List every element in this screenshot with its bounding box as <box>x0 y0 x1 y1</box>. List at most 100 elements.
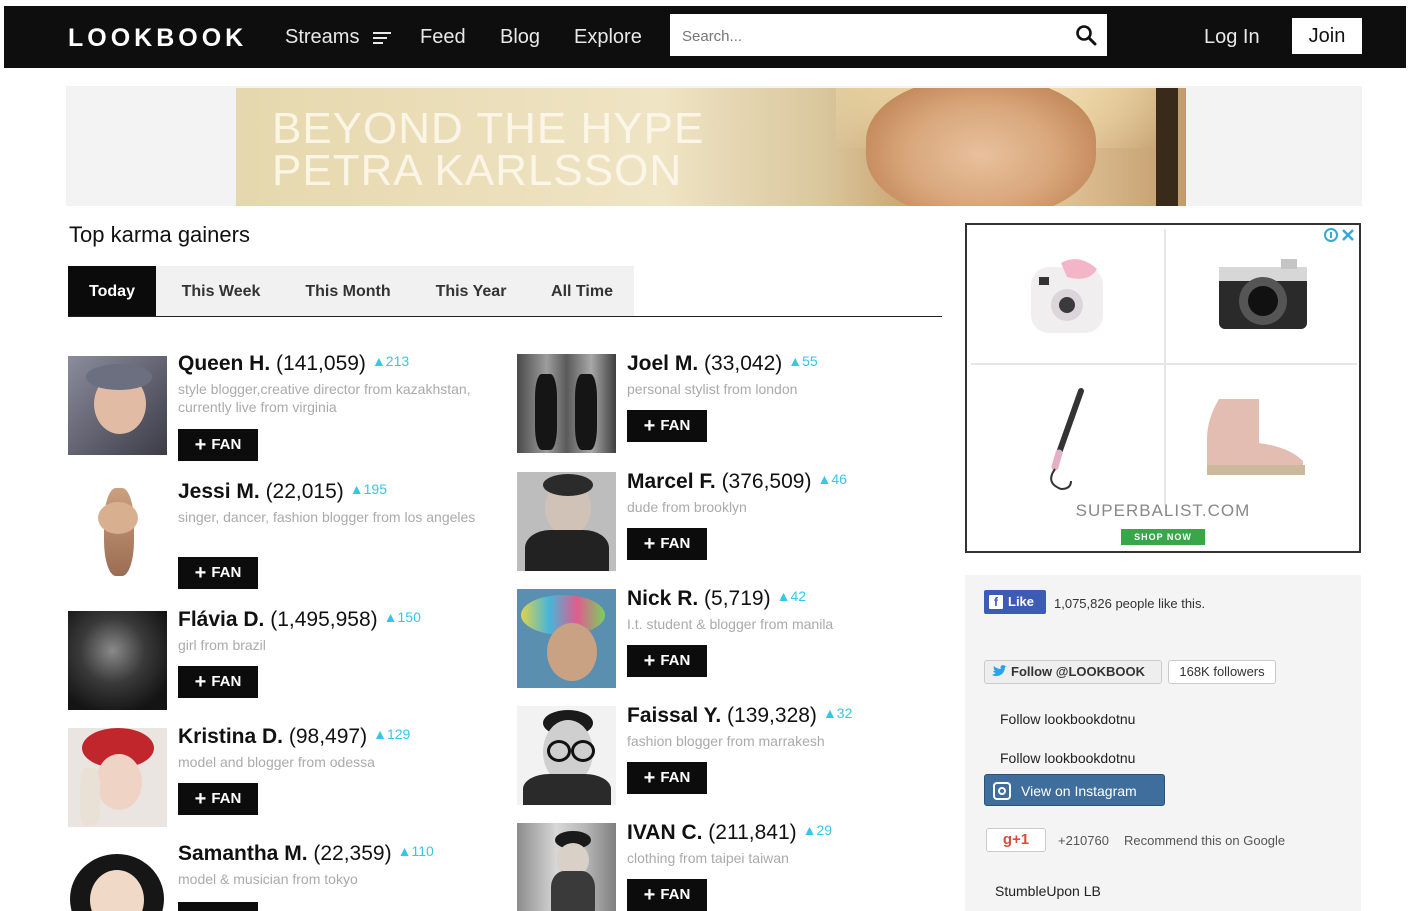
advertisement[interactable]: SUPERBALIST.COM SHOP NOW <box>965 223 1361 553</box>
fan-button[interactable]: +FAN <box>178 902 258 911</box>
adchoices-icon[interactable] <box>1323 227 1357 243</box>
person-bio: model and blogger from odessa <box>178 754 375 770</box>
person-name[interactable]: Samantha M. (22,359) ▲110 <box>178 842 434 866</box>
person-bio: clothing from taipei taiwan <box>627 850 789 866</box>
person-name[interactable]: Joel M. (33,042) ▲55 <box>627 352 818 376</box>
person-name[interactable]: Flávia D. (1,495,958) ▲150 <box>178 608 421 632</box>
avatar[interactable] <box>68 611 167 710</box>
avatar[interactable] <box>517 823 616 911</box>
instant-camera-icon <box>1031 259 1103 333</box>
ad-brand: SUPERBALIST.COM <box>1075 501 1251 520</box>
instagram-icon <box>993 782 1011 800</box>
avatar[interactable] <box>517 354 616 453</box>
twitter-follower-count[interactable]: 168K followers <box>1168 660 1276 684</box>
tab-this-week[interactable]: This Week <box>166 266 276 317</box>
instagram-button[interactable]: View on Instagram <box>984 774 1165 806</box>
person-bio: singer, dancer, fashion blogger from los… <box>178 509 476 525</box>
banner-face-shape <box>866 88 1096 206</box>
ad-divider <box>971 363 1357 365</box>
join-button[interactable]: Join <box>1292 18 1362 54</box>
person-bio: girl from brazil <box>178 637 266 653</box>
ad-divider <box>1164 229 1166 505</box>
fan-button[interactable]: +FAN <box>178 783 258 815</box>
tab-today[interactable]: Today <box>68 266 156 317</box>
nav-streams-label: Streams <box>285 26 360 48</box>
person-name[interactable]: Faissal Y. (139,328) ▲32 <box>627 704 852 728</box>
nav-explore[interactable]: Explore <box>574 26 642 49</box>
follow-link[interactable]: Follow lookbookdotnu <box>1000 750 1135 766</box>
fan-button[interactable]: +FAN <box>627 645 707 677</box>
list-item: Kristina D. (98,497) ▲129 model and blogg… <box>68 725 508 835</box>
avatar[interactable] <box>68 356 167 455</box>
fan-button[interactable]: +FAN <box>627 762 707 794</box>
list-item: Marcel F. (376,509) ▲46 dude from brookly… <box>517 470 957 580</box>
banner-edge-shape <box>1156 88 1178 206</box>
stumbleupon-link[interactable]: StumbleUpon LB <box>995 883 1101 899</box>
list-item: IVAN C. (211,841) ▲29 clothing from taipe… <box>517 821 957 911</box>
nav-streams[interactable]: Streams <box>285 26 392 49</box>
twitter-follow-button[interactable]: Follow @LOOKBOOK <box>984 660 1162 684</box>
google-plus-button[interactable]: g+1 <box>986 828 1046 852</box>
person-name[interactable]: IVAN C. (211,841) ▲29 <box>627 821 832 845</box>
tab-this-year[interactable]: This Year <box>422 266 520 317</box>
google-recommend-text: Recommend this on Google <box>1124 833 1286 848</box>
avatar[interactable] <box>517 706 616 805</box>
person-name[interactable]: Marcel F. (376,509) ▲46 <box>627 470 847 494</box>
avatar[interactable] <box>517 589 616 688</box>
feature-banner[interactable]: Beyond the hype Petra Karlsson <box>236 88 1186 206</box>
fan-button[interactable]: +FAN <box>178 557 258 589</box>
person-bio: I.t. student & blogger from manila <box>627 616 834 632</box>
tab-this-month[interactable]: This Month <box>292 266 404 317</box>
selfie-stick-icon <box>1050 388 1084 491</box>
top-navigation-bar: LOOKBOOK Streams Feed Blog Explore Log I… <box>4 6 1406 68</box>
fan-button[interactable]: +FAN <box>627 528 707 560</box>
period-tabs: Today This Week This Month This Year All… <box>68 266 634 317</box>
follow-link[interactable]: Follow lookbookdotnu <box>1000 711 1135 727</box>
avatar[interactable] <box>68 850 167 911</box>
person-name[interactable]: Queen H. (141,059) ▲213 <box>178 352 409 376</box>
banner-subheadline: Petra Karlsson <box>272 146 683 195</box>
tabs-divider <box>68 316 942 317</box>
list-item: Faissal Y. (139,328) ▲32 fashion blogger … <box>517 704 957 814</box>
list-item: Queen H. (141,059) ▲213 style blogger,cre… <box>68 352 508 462</box>
fan-button[interactable]: +FAN <box>627 410 707 442</box>
search-input[interactable] <box>680 22 1054 50</box>
lookbook-logo[interactable]: LOOKBOOK <box>68 24 247 53</box>
shop-now-button[interactable]: SHOP NOW <box>1121 529 1205 545</box>
social-panel <box>965 575 1361 911</box>
person-bio: personal stylist from london <box>627 381 798 397</box>
list-item: Jessi M. (22,015) ▲195 singer, dancer, fa… <box>68 480 508 590</box>
person-bio: style blogger,creative director from kaz… <box>178 381 471 415</box>
person-name[interactable]: Kristina D. (98,497) ▲129 <box>178 725 410 749</box>
nav-blog[interactable]: Blog <box>500 26 540 49</box>
google-plus-count: +210760 <box>1058 833 1109 848</box>
nav-feed[interactable]: Feed <box>420 26 466 49</box>
list-item: Joel M. (33,042) ▲55 personal stylist fro… <box>517 352 957 462</box>
person-name[interactable]: Nick R. (5,719) ▲42 <box>627 587 806 611</box>
person-bio: fashion blogger from marrakesh <box>627 733 825 749</box>
facebook-like-button[interactable]: f Like <box>984 590 1046 614</box>
person-bio: dude from brooklyn <box>627 499 747 515</box>
person-name[interactable]: Jessi M. (22,015) ▲195 <box>178 480 387 504</box>
section-title: Top karma gainers <box>69 222 250 247</box>
facebook-icon: f <box>989 595 1003 609</box>
avatar[interactable] <box>68 728 167 827</box>
fan-button[interactable]: +FAN <box>627 879 707 911</box>
search-box <box>670 14 1107 56</box>
search-icon[interactable] <box>1075 24 1097 46</box>
person-bio: model & musician from tokyo <box>178 871 358 887</box>
avatar[interactable] <box>517 472 616 571</box>
boot-icon <box>1207 399 1305 475</box>
menu-lines-icon <box>373 29 392 47</box>
tab-all-time[interactable]: All Time <box>538 266 626 317</box>
list-item: Nick R. (5,719) ▲42 I.t. student & blogge… <box>517 587 957 697</box>
avatar[interactable] <box>68 482 167 581</box>
fan-button[interactable]: +FAN <box>178 666 258 698</box>
facebook-like-count: 1,075,826 people like this. <box>1054 596 1206 611</box>
login-link[interactable]: Log In <box>1204 26 1260 49</box>
twitter-bird-icon <box>992 665 1007 677</box>
fan-button[interactable]: +FAN <box>178 429 258 461</box>
list-item: Flávia D. (1,495,958) ▲150 girl from braz… <box>68 608 508 718</box>
list-item: Samantha M. (22,359) ▲110 model & musicia… <box>68 842 508 911</box>
camera-icon <box>1219 259 1307 329</box>
